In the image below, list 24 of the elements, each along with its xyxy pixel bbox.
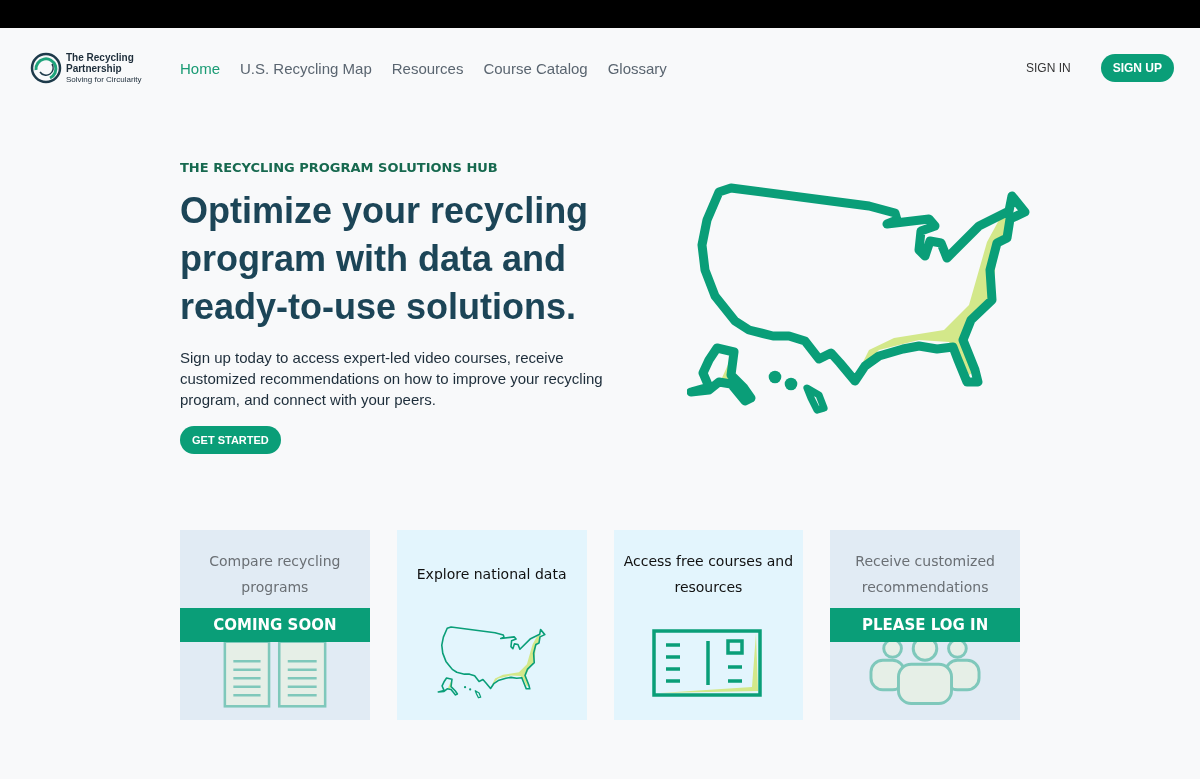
- course-card-icon: [652, 629, 765, 697]
- card-banner: PLEASE LOG IN: [830, 608, 1020, 642]
- circular-logo-icon: [30, 52, 62, 84]
- get-started-button[interactable]: GET STARTED: [180, 426, 281, 454]
- card-title: Access free courses and resources: [622, 552, 795, 597]
- card-banner: COMING SOON: [180, 608, 370, 642]
- logo-name: The Recycling Partnership: [66, 51, 135, 75]
- nav-link[interactable]: Resources: [391, 59, 464, 77]
- hero-description: Sign up today to access expert-led video courses, receive customized recommendations on how to improve your recycling program, and connect with your peers.: [180, 348, 604, 410]
- nav-link[interactable]: U.S. Recycling Map: [240, 59, 372, 77]
- nav-link[interactable]: Glossary: [607, 59, 667, 77]
- hero-title: Optimize your recycling program with data and ready-to-use solutions.: [180, 189, 590, 329]
- hero-eyebrow: THE RECYCLING PROGRAM SOLUTIONS HUB: [180, 160, 499, 175]
- card-title: Compare recycling programs: [208, 552, 342, 597]
- nav-link[interactable]: Course Catalog: [483, 59, 588, 77]
- sign-in-link[interactable]: SIGN IN: [1026, 61, 1071, 75]
- card-title: Explore national data: [415, 565, 568, 584]
- feature-card[interactable]: Explore national data: [396, 530, 587, 720]
- people-group-icon: [869, 640, 982, 708]
- nav-link[interactable]: Home: [180, 59, 220, 77]
- logo-tagline: Solving for Circularity: [66, 74, 143, 85]
- sign-up-button[interactable]: SIGN UP: [1100, 54, 1174, 82]
- card-title: Receive customized recommendations: [854, 552, 996, 597]
- feature-card[interactable]: Access free courses and resources: [613, 530, 804, 720]
